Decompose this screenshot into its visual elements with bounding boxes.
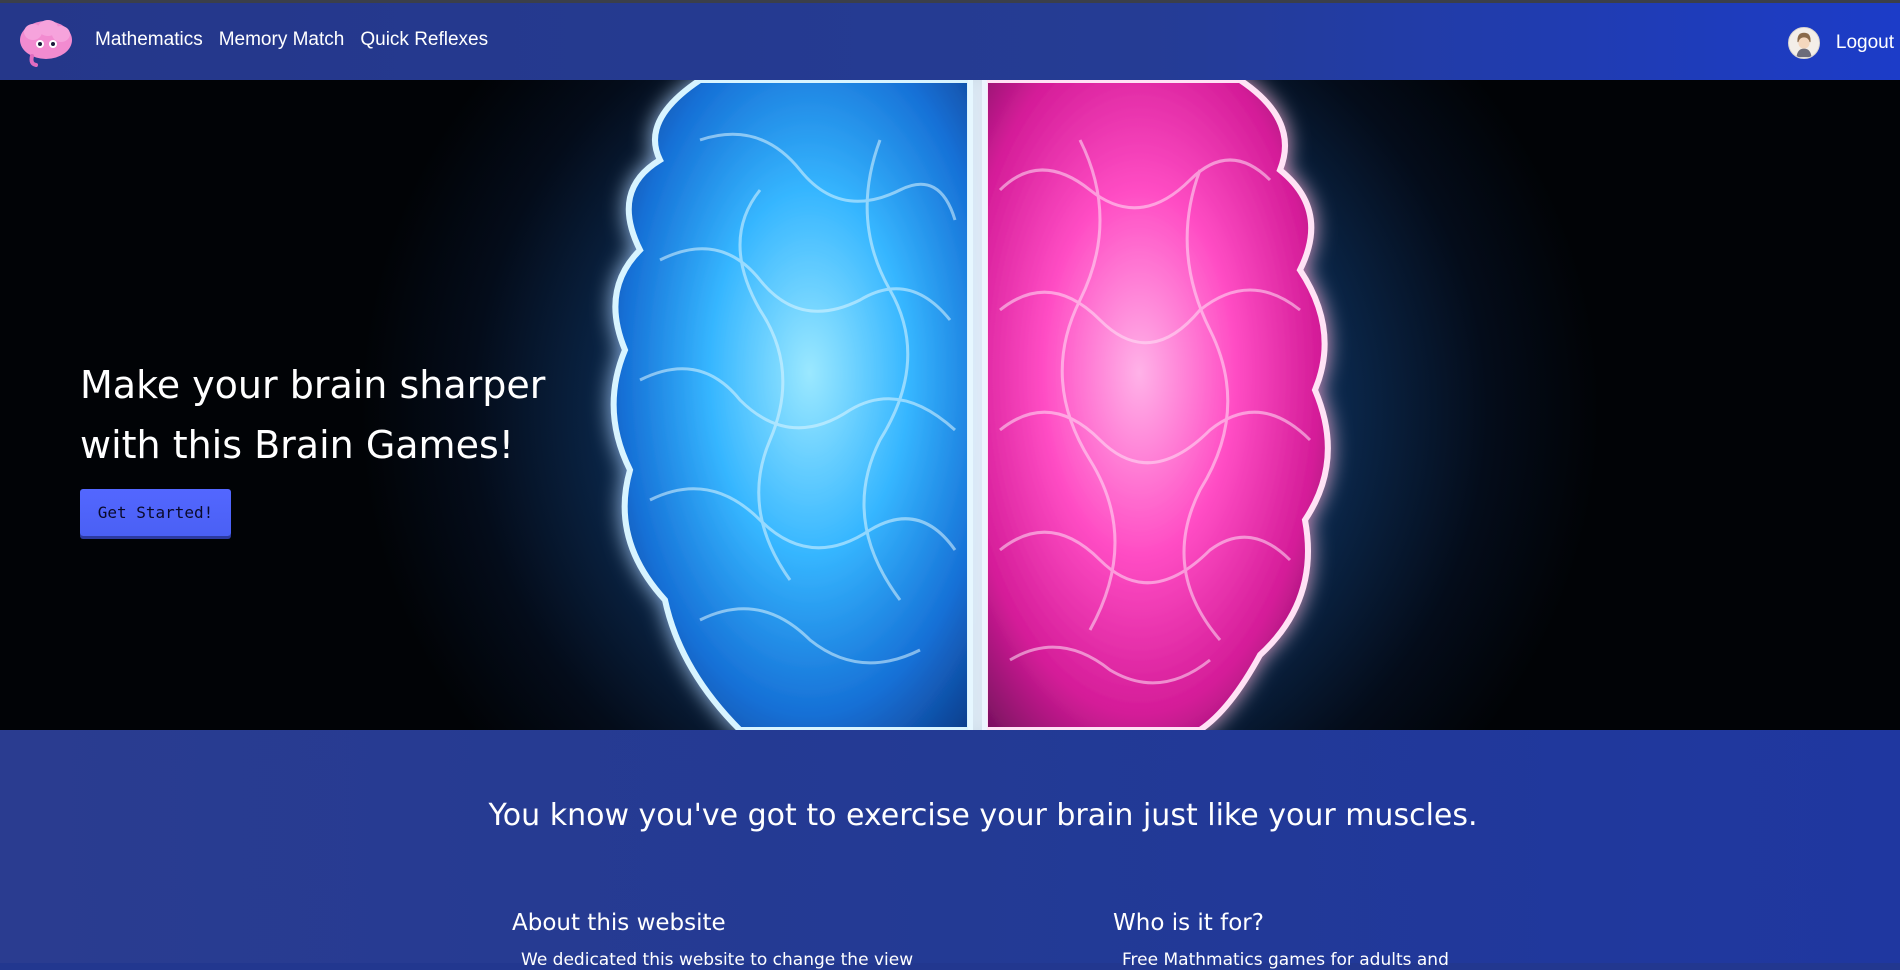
nav-link-mathematics[interactable]: Mathematics	[95, 29, 203, 51]
audience-column: Who is it for? Free Mathmatics games for…	[1113, 910, 1553, 970]
brain-logo-icon[interactable]	[18, 18, 74, 68]
user-area: Logout	[1787, 27, 1894, 59]
info-tagline: You know you've got to exercise your bra…	[488, 798, 1478, 833]
hero-section: Make your brain sharper with this Brain …	[0, 80, 1900, 730]
navbar: Mathematics Memory Match Quick Reflexes …	[0, 0, 1900, 80]
user-avatar-icon[interactable]	[1787, 27, 1820, 59]
get-started-button[interactable]: Get Started!	[80, 489, 231, 536]
about-heading: About this website	[512, 910, 726, 936]
about-text: We dedicated this website to change the …	[521, 950, 914, 970]
main-nav: Mathematics Memory Match Quick Reflexes	[95, 29, 488, 51]
audience-text: Free Mathmatics games for adults and	[1122, 950, 1449, 970]
info-section: You know you've got to exercise your bra…	[0, 730, 1900, 970]
hero-title: Make your brain sharper with this Brain …	[80, 363, 546, 467]
about-column: About this website We dedicated this web…	[512, 910, 952, 970]
nav-link-quick-reflexes[interactable]: Quick Reflexes	[360, 29, 488, 51]
nav-link-memory-match[interactable]: Memory Match	[219, 29, 345, 51]
logout-link[interactable]: Logout	[1836, 32, 1894, 54]
audience-heading: Who is it for?	[1113, 910, 1264, 936]
